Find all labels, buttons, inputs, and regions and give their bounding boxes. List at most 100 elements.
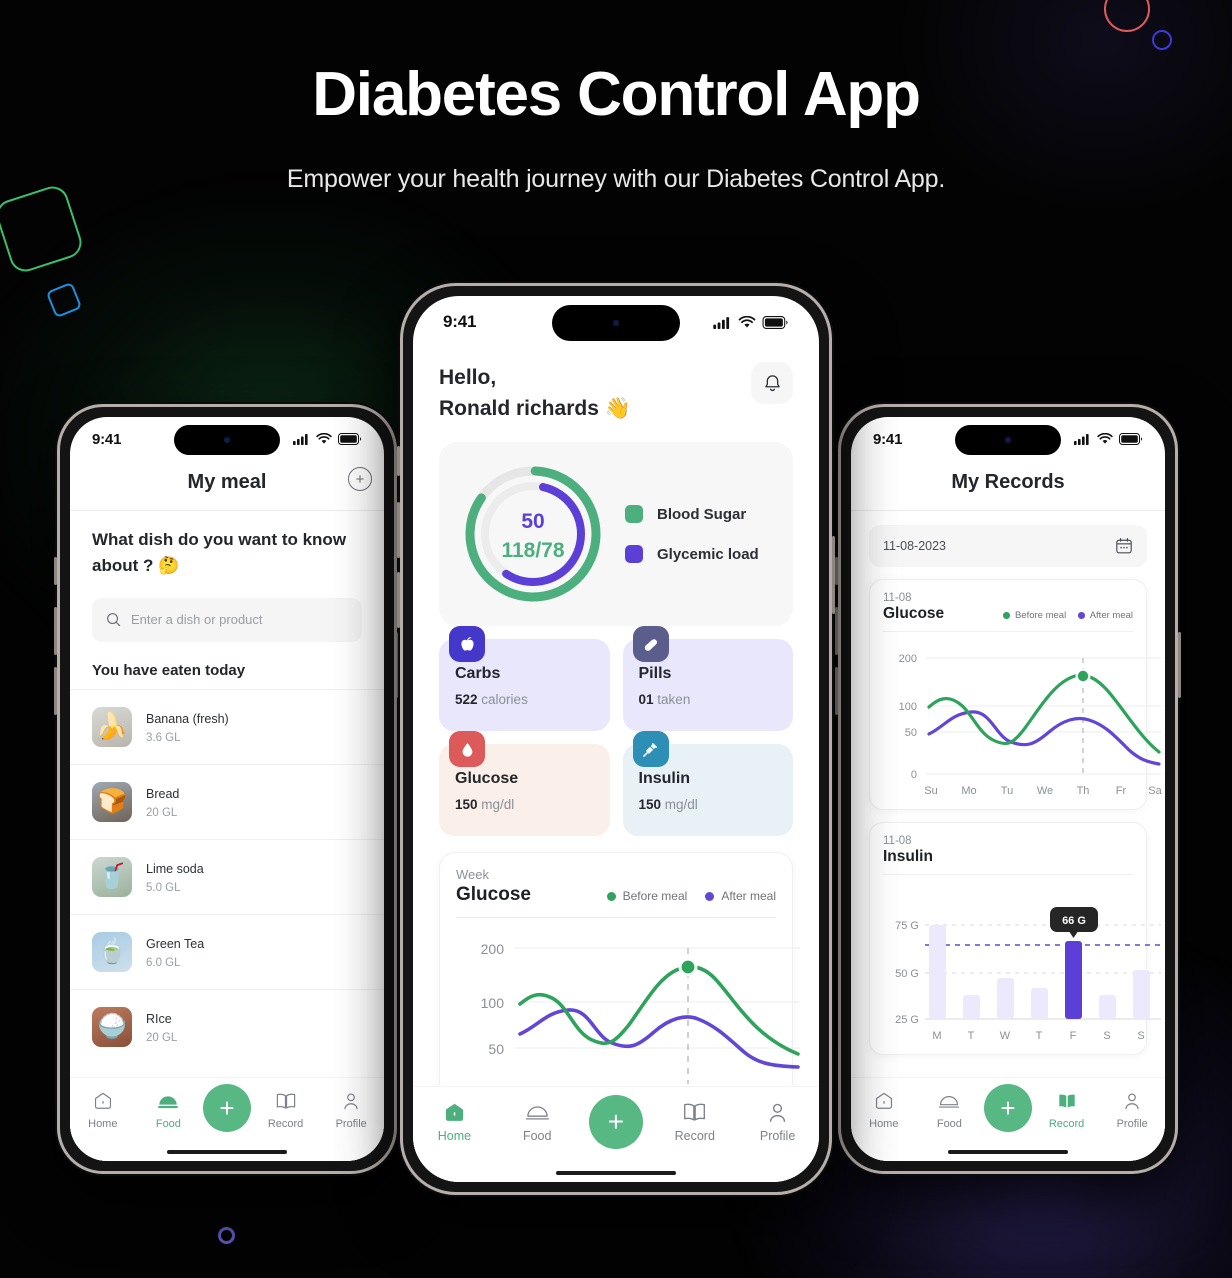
- legend-dot-before-meal: [606, 891, 616, 901]
- legend-item-before-meal: Before meal: [606, 889, 687, 903]
- phone-button-volume-down[interactable]: [835, 667, 838, 715]
- food-gl: 20 GL: [146, 1031, 178, 1044]
- list-item[interactable]: Bread 20 GL: [70, 763, 384, 839]
- list-item[interactable]: Lime soda 5.0 GL: [70, 838, 384, 914]
- nav-item-record[interactable]: Record: [255, 1090, 317, 1130]
- stat-unit: mg/dl: [664, 797, 698, 813]
- phone-button-mute[interactable]: [54, 557, 57, 585]
- phone-button-mute[interactable]: [397, 446, 400, 476]
- search-placeholder: Enter a dish or product: [131, 612, 263, 628]
- nav-label: Food: [155, 1118, 181, 1130]
- status-indicators: [293, 433, 362, 445]
- stat-card-insulin[interactable]: Insulin 150 mg/dl: [622, 731, 793, 837]
- food-name: Green Tea: [146, 936, 205, 951]
- dynamic-island: [552, 305, 680, 341]
- nav-item-home[interactable]: Home: [853, 1090, 915, 1130]
- add-button-fab[interactable]: +: [983, 1084, 1032, 1132]
- center-glucose-line-chart: 200 100 50: [481, 941, 800, 1085]
- nav-item-record[interactable]: Record: [664, 1101, 726, 1143]
- bar: [1031, 988, 1048, 1019]
- phone-button-power[interactable]: [1178, 632, 1181, 698]
- search-input[interactable]: Enter a dish or product: [92, 597, 362, 642]
- stat-name: Insulin: [638, 770, 691, 788]
- nav-label: Home: [88, 1118, 118, 1130]
- food-dome-icon: [938, 1090, 960, 1112]
- pill-icon: [632, 626, 669, 663]
- food-gl: 6.0 GL: [146, 956, 181, 969]
- page-subtitle: Empower your health journey with our Dia…: [286, 165, 946, 194]
- bread-thumb: [92, 781, 132, 822]
- chart-plot: 200 100 50: [456, 926, 800, 1091]
- y-tick-label: 75 G: [895, 920, 919, 932]
- decor-square-blue-icon: [45, 281, 83, 319]
- bar: [1099, 995, 1116, 1019]
- nav-item-food[interactable]: Food: [506, 1101, 568, 1143]
- list-item[interactable]: Green Tea 6.0 GL: [70, 913, 384, 989]
- status-bar: 9:41: [413, 296, 819, 348]
- record-card-insulin: 11-08 Insulin 75 G 50 G 25 G 66 G M T W …: [869, 822, 1161, 1055]
- date-selector[interactable]: 11-08-2023: [869, 525, 1147, 567]
- list-item[interactable]: RIce 20 GL: [70, 988, 384, 1064]
- legend-dot-after-meal: [705, 891, 715, 901]
- stat-name: Pills: [638, 665, 672, 683]
- nav-item-profile[interactable]: Profile: [747, 1101, 809, 1143]
- food-name: Bread: [146, 786, 180, 801]
- nav-item-food[interactable]: Food: [918, 1090, 980, 1130]
- nav-item-profile[interactable]: Profile: [320, 1090, 382, 1130]
- phone-button-mute[interactable]: [835, 557, 838, 585]
- stat-number: 150: [455, 797, 478, 813]
- screen-title-text: My Records: [951, 471, 1065, 493]
- phone-button-volume-down[interactable]: [397, 572, 400, 628]
- phone-button-volume-up[interactable]: [397, 502, 400, 558]
- nav-item-home[interactable]: Home: [72, 1090, 134, 1130]
- x-tick-label: Th: [1077, 785, 1090, 797]
- nav-label: Home: [437, 1129, 472, 1143]
- rice-thumb: [92, 1006, 132, 1047]
- highlight-point: [1077, 670, 1089, 682]
- nav-item-record[interactable]: Record: [1036, 1090, 1098, 1130]
- stat-card-glucose[interactable]: Glucose 150 mg/dl: [439, 731, 610, 837]
- stat-number: 522: [455, 692, 478, 708]
- screen-title-my-meal: My meal +: [70, 461, 384, 510]
- nav-item-food[interactable]: Food: [137, 1090, 199, 1130]
- stat-name: Glucose: [455, 770, 519, 788]
- x-tick-label: W: [1000, 1030, 1011, 1042]
- nav-item-home[interactable]: Home: [423, 1101, 485, 1143]
- phone-button-volume-up[interactable]: [54, 607, 57, 655]
- x-tick-label: T: [968, 1030, 975, 1042]
- stat-number: 150: [638, 797, 662, 813]
- notifications-button[interactable]: [751, 362, 793, 404]
- food-name: Banana (fresh): [146, 711, 229, 726]
- legend-label: Blood Sugar: [657, 505, 747, 523]
- chart-subtitle: Week: [456, 867, 489, 883]
- phone-button-volume-up[interactable]: [835, 607, 838, 655]
- stat-card-carbs[interactable]: Carbs 522 calories: [439, 626, 610, 732]
- phone-button-power[interactable]: [832, 536, 835, 614]
- decor-circle-blue-icon: [1152, 30, 1172, 50]
- decor-circle-violet-icon: [218, 1227, 235, 1244]
- nav-label: Profile: [759, 1129, 796, 1143]
- food-gl: 3.6 GL: [146, 731, 181, 744]
- stat-value: 522 calories: [455, 692, 594, 707]
- add-button-fab[interactable]: +: [202, 1084, 251, 1132]
- book-icon: [682, 1101, 707, 1123]
- add-meal-button[interactable]: +: [348, 467, 372, 491]
- eaten-today-title: You have eaten today: [92, 661, 246, 679]
- add-button-fab[interactable]: +: [588, 1095, 643, 1149]
- y-tick-label: 50: [905, 727, 917, 739]
- person-icon: [1122, 1090, 1142, 1112]
- x-tick-label: Su: [924, 785, 937, 797]
- y-tick-label: 100: [481, 995, 505, 1011]
- legend-label: Before meal: [1014, 610, 1067, 621]
- greeting: Hello, Ronald richards 👋: [439, 362, 631, 424]
- calendar-icon[interactable]: [1115, 537, 1133, 555]
- nav-item-profile[interactable]: Profile: [1101, 1090, 1163, 1130]
- stat-card-pills[interactable]: Pills 01 taken: [622, 626, 793, 732]
- list-item[interactable]: Banana (fresh) 3.6 GL: [70, 688, 384, 764]
- bottom-nav: Home Food + Record Profile: [70, 1077, 384, 1161]
- legend-item-blood-sugar: Blood Sugar: [625, 505, 759, 524]
- cellular-signal-icon: [1074, 434, 1089, 445]
- phone-button-volume-down[interactable]: [54, 667, 57, 715]
- screen-body: My meal + What dish do you want to know …: [70, 461, 384, 1161]
- food-name: RIce: [146, 1011, 172, 1026]
